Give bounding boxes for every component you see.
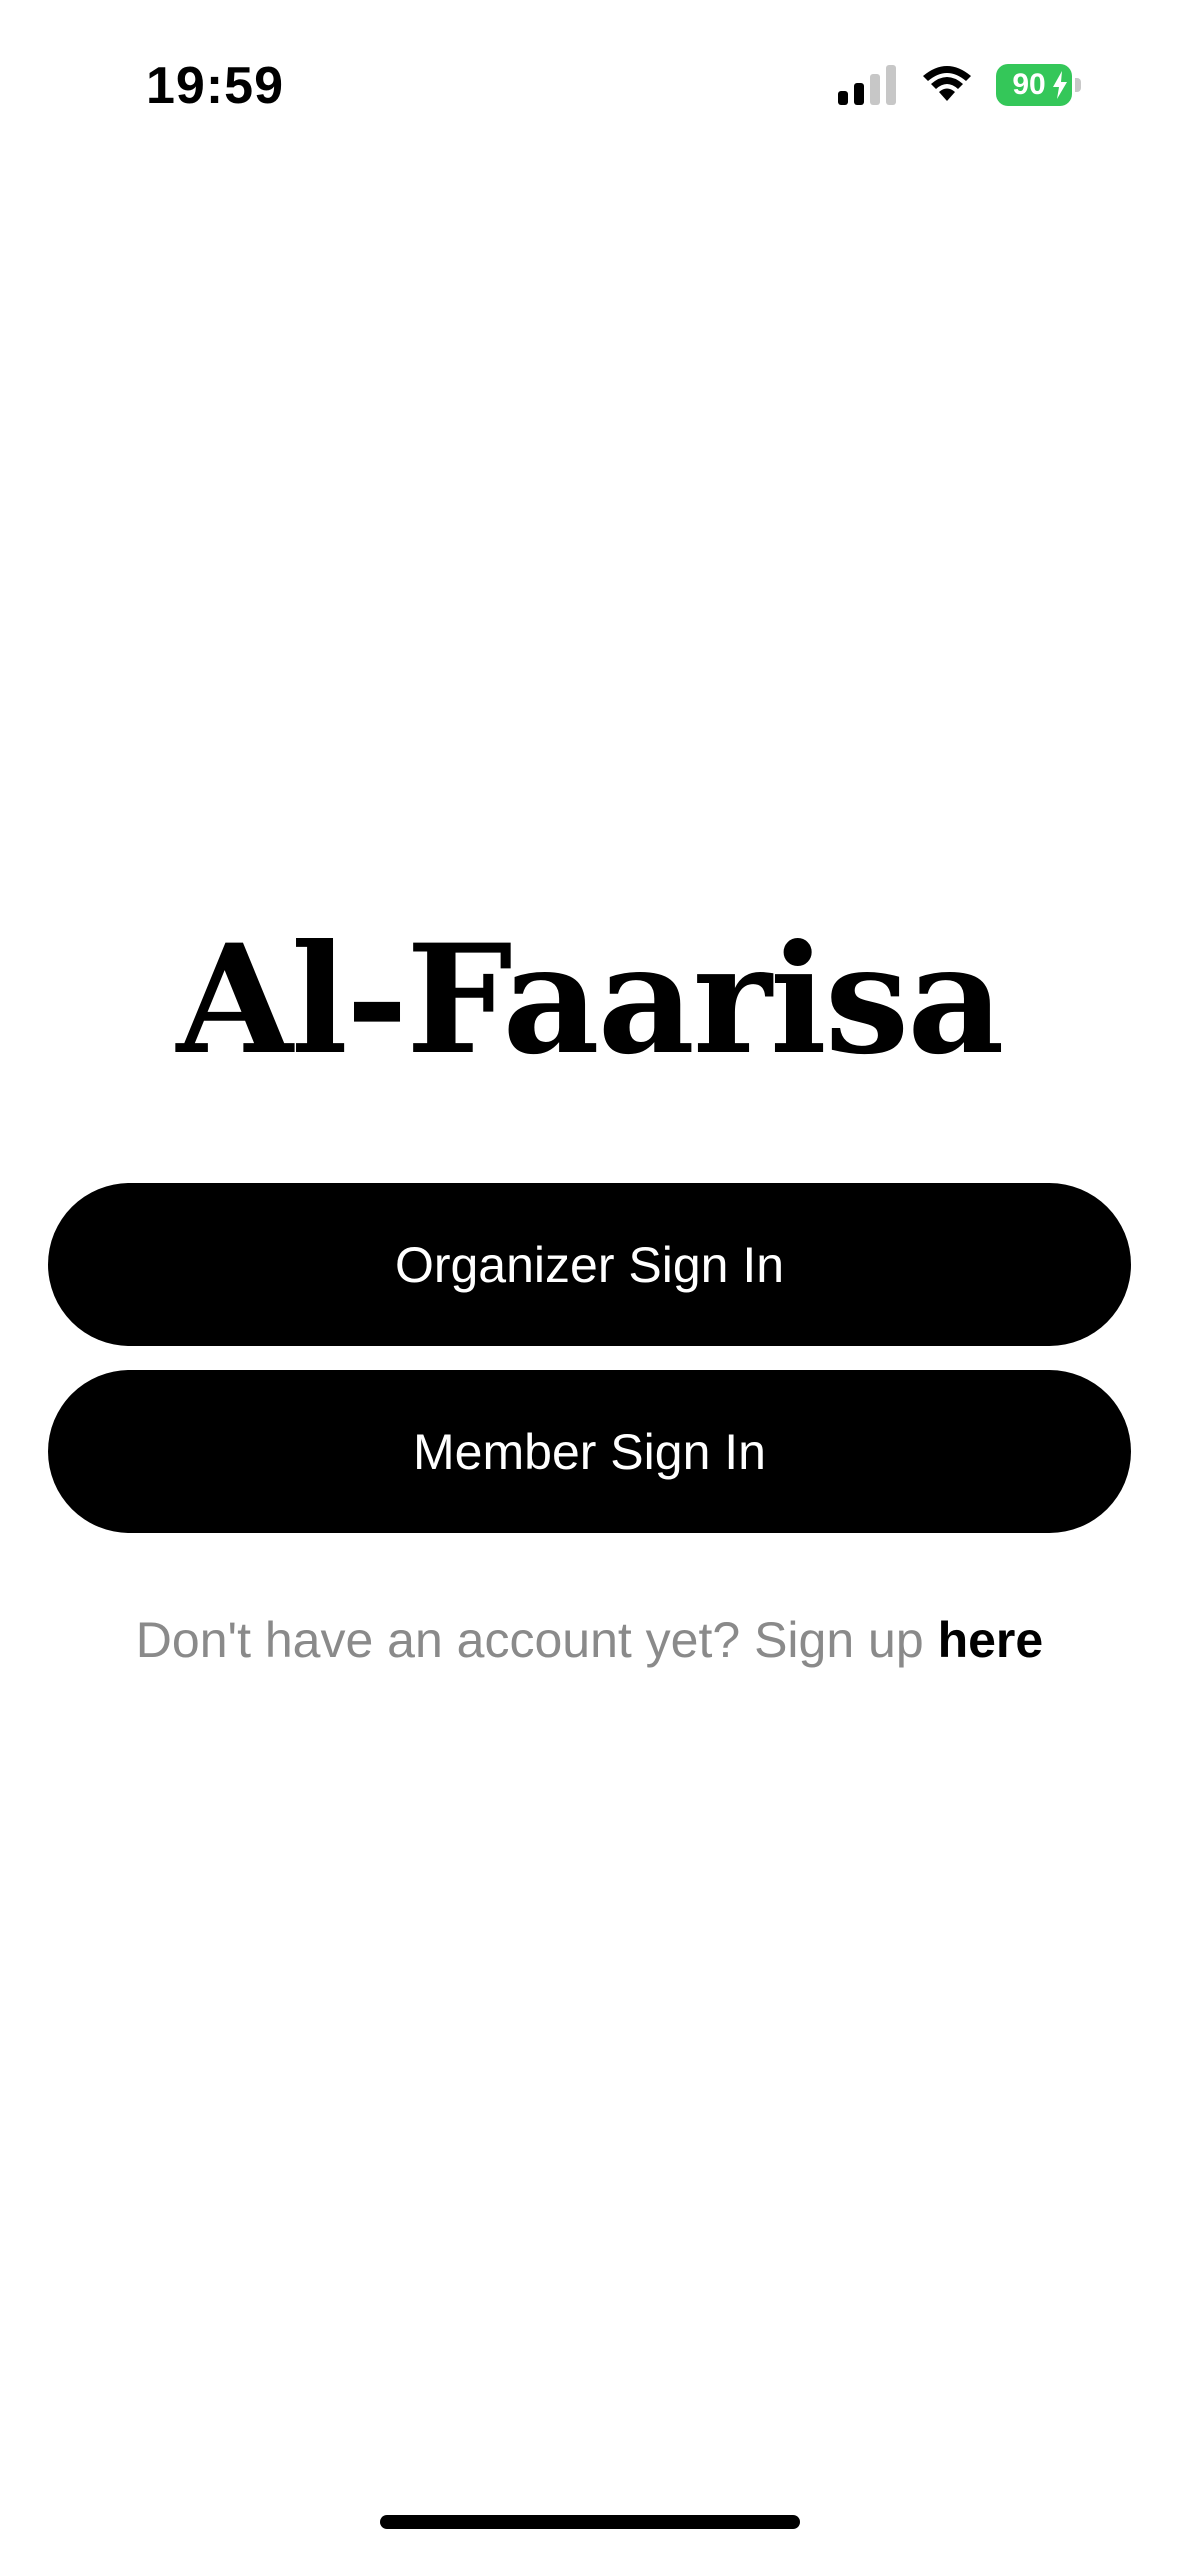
charging-bolt-icon [1053, 71, 1067, 99]
signup-prompt-text: Don't have an account yet? Sign up [135, 1612, 924, 1668]
signup-prompt: Don't have an account yet? Sign up here [0, 1605, 1179, 1675]
status-time: 19:59 [146, 57, 284, 115]
status-bar: 19:59 90 [0, 0, 1179, 160]
organizer-sign-in-label: Organizer Sign In [394, 1236, 785, 1293]
battery-level: 90 [1012, 68, 1046, 101]
battery-body: 90 [996, 64, 1072, 106]
app-title: Al-Faarisa [176, 912, 1005, 1088]
member-sign-in-button[interactable]: Member Sign In [48, 1370, 1131, 1533]
cellular-signal-icon [838, 65, 896, 105]
organizer-sign-in-button[interactable]: Organizer Sign In [48, 1183, 1131, 1346]
battery-cap [1075, 78, 1081, 92]
signup-here-link[interactable]: here [938, 1612, 1044, 1668]
member-sign-in-label: Member Sign In [413, 1423, 766, 1480]
battery-charging-icon: 90 [996, 64, 1081, 106]
home-indicator[interactable] [380, 2515, 800, 2529]
status-icons: 90 [838, 60, 1081, 110]
wifi-icon [923, 66, 971, 101]
